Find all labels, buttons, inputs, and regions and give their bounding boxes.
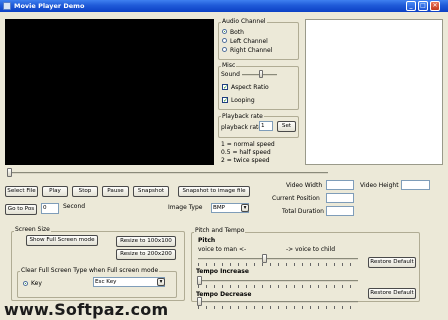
watermark: www.Softpaz.com xyxy=(4,300,169,319)
current-position-label: Current Position xyxy=(272,195,320,202)
video-width-label: Video Width xyxy=(286,182,323,189)
radio-both[interactable] xyxy=(222,29,227,34)
aspect-ratio-checkbox[interactable]: ✓ xyxy=(222,84,228,91)
radio-right-label: Right Channel xyxy=(230,47,273,54)
playback-rate-label: playback rate xyxy=(221,124,263,131)
tempo-increase-track[interactable] xyxy=(198,280,358,282)
app-icon xyxy=(3,2,11,10)
rate-help-normal: 1 = normal speed xyxy=(221,141,275,148)
resize-200-button[interactable]: Resize to 200x200 xyxy=(116,249,176,260)
pitch-label: Pitch xyxy=(198,237,216,244)
video-width-field xyxy=(326,180,354,190)
key-radio[interactable] xyxy=(23,281,28,286)
video-height-field xyxy=(401,180,430,190)
pitch-left-label: voice to man <- xyxy=(198,246,247,253)
go-to-pos-button[interactable]: Go to Pos xyxy=(5,204,37,215)
tempo-decrease-track[interactable] xyxy=(198,301,358,303)
second-label: Second xyxy=(63,203,86,210)
minimize-button[interactable]: _ xyxy=(406,1,416,11)
key-label: Key xyxy=(31,280,42,287)
pitch-restore-default-button[interactable]: Restore Default xyxy=(368,257,416,268)
pitch-right-label: -> voice to child xyxy=(286,246,336,253)
full-screen-mode-button[interactable]: Show Full Screen mode xyxy=(26,235,98,246)
image-type-label: Image Type xyxy=(168,204,203,211)
video-height-label: Video Height xyxy=(360,182,399,189)
current-position-field xyxy=(326,193,354,203)
key-dropdown-icon[interactable]: ▾ xyxy=(157,278,165,286)
pitch-tempo-title: Pitch and Tempo xyxy=(194,227,246,234)
maximize-button[interactable]: □ xyxy=(418,1,428,11)
pause-button[interactable]: Pause xyxy=(102,186,129,197)
screen-size-title: Screen Size xyxy=(14,226,51,233)
pitch-slider-thumb[interactable] xyxy=(262,254,267,263)
rate-help-half: 0.5 = half speed xyxy=(221,149,271,156)
pitch-slider-track[interactable] xyxy=(198,258,358,260)
seek-bar-thumb[interactable] xyxy=(7,168,12,177)
seek-bar-track[interactable] xyxy=(8,172,328,174)
video-display[interactable] xyxy=(5,19,214,165)
stop-button[interactable]: Stop xyxy=(72,186,98,197)
tempo-decrease-thumb[interactable] xyxy=(197,297,202,306)
snapshot-preview-panel xyxy=(305,19,443,165)
playback-rate-input[interactable]: 1 xyxy=(259,121,273,131)
position-input[interactable]: 0 xyxy=(41,203,59,214)
misc-title: Misc xyxy=(221,62,237,69)
pitch-slider-ticks xyxy=(198,263,358,266)
snapshot-button[interactable]: Snapshot xyxy=(133,186,169,197)
select-file-button[interactable]: Select File xyxy=(5,186,38,197)
radio-right-channel[interactable] xyxy=(222,47,227,52)
aspect-ratio-label: Aspect Ratio xyxy=(231,84,269,91)
radio-both-label: Both xyxy=(230,29,244,36)
radio-left-channel[interactable] xyxy=(222,38,227,43)
play-button[interactable]: Play xyxy=(42,186,68,197)
clear-full-screen-title: Clear Full Screen Type when Full screen … xyxy=(20,267,160,274)
looping-checkbox[interactable]: ✓ xyxy=(222,97,228,104)
window-title: Movie Player Demo xyxy=(14,2,85,10)
sound-label: Sound xyxy=(221,71,240,78)
sound-slider-thumb[interactable] xyxy=(259,70,263,78)
tempo-increase-label: Tempo Increase xyxy=(196,268,249,275)
audio-channel-title: Audio Channel xyxy=(221,18,267,25)
tempo-restore-default-button[interactable]: Restore Default xyxy=(368,288,416,299)
total-duration-field xyxy=(326,206,354,216)
key-value: Esc Key xyxy=(95,279,117,285)
tempo-decrease-label: Tempo Decrease xyxy=(196,291,252,298)
key-select[interactable]: Esc Key xyxy=(93,277,165,287)
set-rate-button[interactable]: Set xyxy=(277,121,296,132)
total-duration-label: Total Duration xyxy=(282,208,324,215)
tempo-decrease-ticks xyxy=(198,306,358,309)
tempo-increase-thumb[interactable] xyxy=(197,276,202,285)
rate-help-twice: 2 = twice speed xyxy=(221,157,270,164)
looping-label: Looping xyxy=(231,97,255,104)
close-button[interactable]: ✕ xyxy=(430,1,440,11)
image-type-value: BMP xyxy=(213,205,226,211)
playback-rate-title: Playback rate xyxy=(221,113,264,120)
radio-left-label: Left Channel xyxy=(230,38,268,45)
snapshot-to-file-button[interactable]: Snapshot to image file xyxy=(178,186,250,197)
tempo-increase-ticks xyxy=(198,285,358,288)
resize-100-button[interactable]: Resize to 100x100 xyxy=(116,236,176,247)
image-type-dropdown-icon[interactable]: ▾ xyxy=(241,204,249,212)
